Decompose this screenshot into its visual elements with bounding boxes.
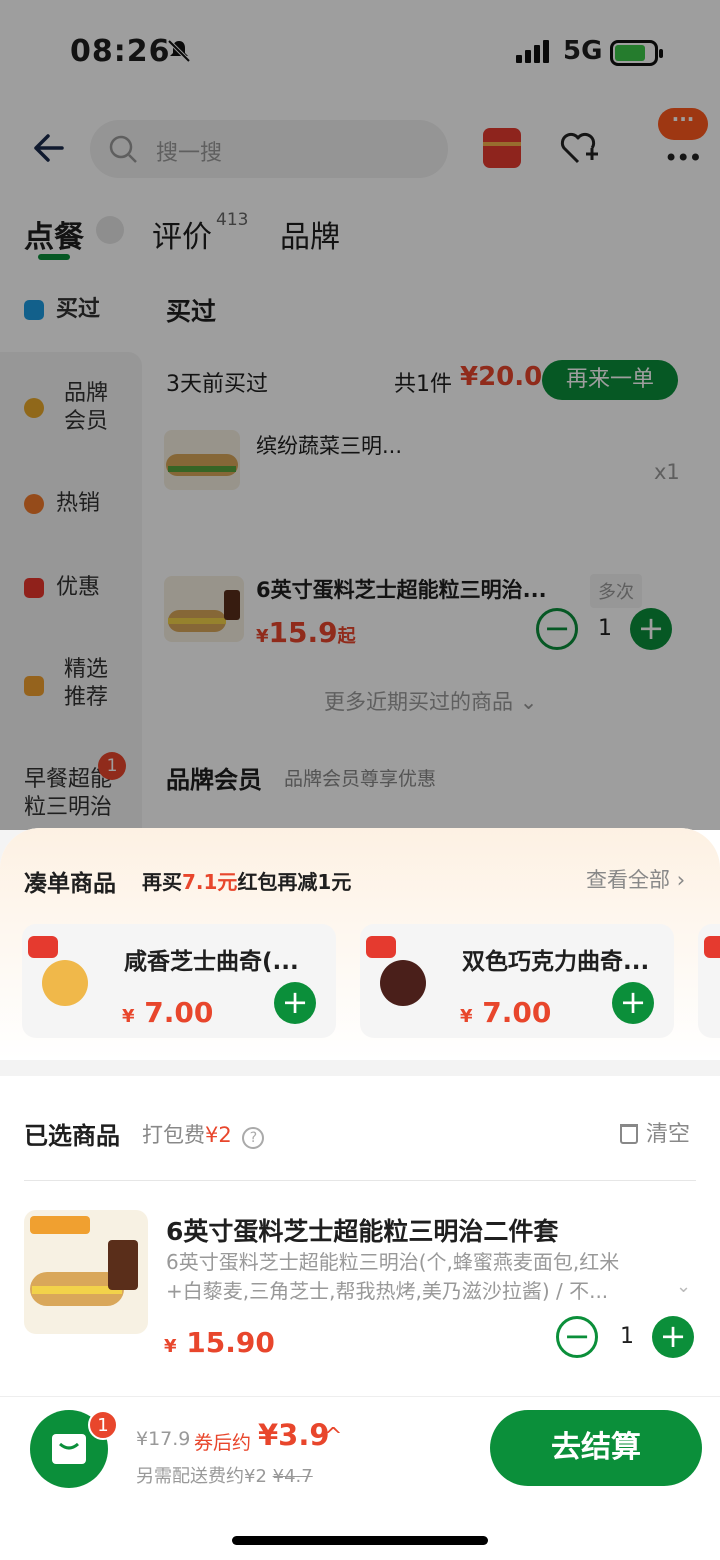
section-divider bbox=[0, 1060, 720, 1076]
selected-item-desc: 6英寸蛋料芝士超能粒三明治(个,蜂蜜燕麦面包,红米 +白藜麦,三角芝士,帮我热烤… bbox=[166, 1250, 620, 1303]
checkout-button[interactable]: 去结算 bbox=[490, 1410, 702, 1486]
packing-fee: 打包费¥2 ? bbox=[142, 1119, 265, 1149]
original-price: ¥17.9 bbox=[136, 1428, 191, 1450]
cart-count-badge: 1 bbox=[88, 1410, 118, 1440]
increase-qty-button[interactable]: + bbox=[652, 1316, 694, 1358]
clear-cart-button[interactable]: 清空 bbox=[620, 1116, 690, 1148]
addon-title: 凑单商品 bbox=[24, 871, 116, 897]
addon-promo: 再买7.1元红包再减1元 bbox=[142, 870, 352, 894]
help-icon: ? bbox=[242, 1127, 265, 1149]
after-coupon-price: ¥3.9 bbox=[258, 1418, 330, 1452]
selected-title: 已选商品 bbox=[24, 1122, 120, 1150]
trash-icon bbox=[620, 1124, 638, 1144]
expand-chevron-icon[interactable]: ⌄ bbox=[676, 1276, 691, 1297]
promo-badge-icon bbox=[366, 936, 396, 958]
chevron-right-icon: › bbox=[676, 868, 686, 892]
home-indicator[interactable] bbox=[232, 1536, 488, 1545]
price-detail-chevron-icon[interactable]: ^ bbox=[324, 1424, 342, 1449]
combo-image bbox=[24, 1210, 148, 1334]
addon-card[interactable]: 双色巧克力曲奇... ¥ 7.00 + bbox=[360, 924, 674, 1038]
addon-card-partial[interactable] bbox=[698, 924, 720, 1038]
delivery-fee: 另需配送费约¥2 ¥4.7 bbox=[136, 1466, 313, 1487]
decrease-qty-button[interactable]: − bbox=[556, 1316, 598, 1358]
after-coupon-label: 券后约 bbox=[194, 1432, 252, 1454]
cookie-image bbox=[42, 960, 88, 1006]
addon-card[interactable]: 咸香芝士曲奇(... ¥ 7.00 + bbox=[22, 924, 336, 1038]
view-all-link[interactable]: 查看全部 › bbox=[586, 864, 685, 894]
divider-line bbox=[24, 1180, 696, 1181]
cookie-image bbox=[380, 960, 426, 1006]
promo-badge-icon bbox=[704, 936, 720, 958]
selected-item-qty: 1 bbox=[620, 1324, 634, 1349]
promo-badge-icon bbox=[28, 936, 58, 958]
add-addon-button[interactable]: + bbox=[274, 982, 316, 1024]
add-addon-button[interactable]: + bbox=[612, 982, 654, 1024]
dim-overlay[interactable] bbox=[0, 0, 720, 830]
selected-item-price: ¥ 15.90 bbox=[164, 1326, 275, 1359]
selected-item-title: 6英寸蛋料芝士超能粒三明治二件套 bbox=[166, 1217, 559, 1246]
